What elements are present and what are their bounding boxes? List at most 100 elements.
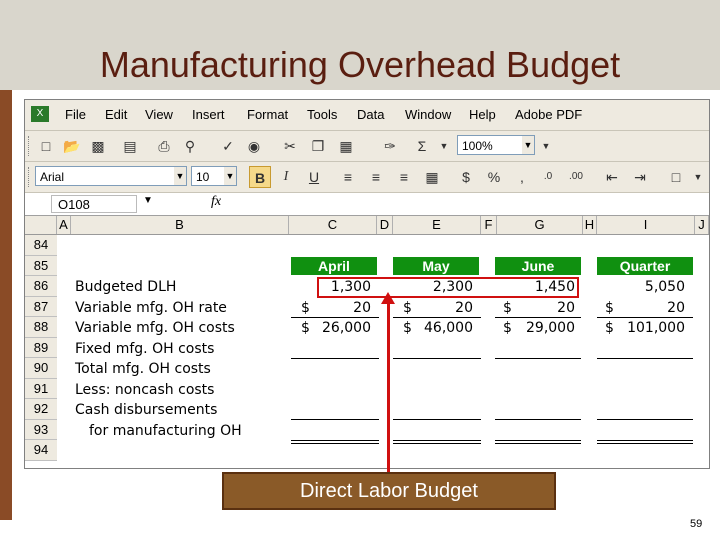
percent-icon[interactable]: % — [483, 166, 505, 188]
row-header[interactable]: 86 — [25, 276, 57, 297]
row-header[interactable]: 94 — [25, 440, 57, 461]
row-header[interactable]: 90 — [25, 358, 57, 379]
varcost-june[interactable]: 29,000 — [513, 318, 575, 338]
varcost-may[interactable]: 46,000 — [413, 318, 473, 338]
comma-style-icon[interactable]: , — [511, 166, 533, 188]
header-april[interactable]: April — [291, 257, 377, 275]
header-may[interactable]: May — [393, 257, 479, 275]
increase-decimal-icon[interactable]: .0 — [537, 166, 559, 188]
column-header-a[interactable]: A — [57, 216, 71, 234]
new-icon[interactable]: □ — [35, 135, 57, 157]
header-quarter[interactable]: Quarter — [597, 257, 693, 275]
currency-icon[interactable]: $ — [455, 166, 477, 188]
varcost-quarter[interactable]: 101,000 — [615, 318, 685, 338]
noncash-underline — [291, 419, 379, 420]
select-all-corner[interactable] — [25, 216, 57, 234]
autosum-icon[interactable]: Σ — [411, 135, 433, 157]
label-variable-oh-costs[interactable]: Variable mfg. OH costs — [75, 318, 235, 338]
row-header[interactable]: 91 — [25, 378, 57, 399]
cut-icon[interactable]: ✂ — [279, 135, 301, 157]
print-preview-icon[interactable]: ⚲ — [179, 135, 201, 157]
insert-function-icon[interactable]: fx — [211, 194, 221, 210]
header-june[interactable]: June — [495, 257, 581, 275]
label-less-noncash-costs[interactable]: Less: noncash costs — [75, 380, 214, 400]
total-double-underline — [495, 440, 581, 441]
borders-icon[interactable]: □ — [665, 166, 687, 188]
decrease-decimal-icon[interactable]: .00 — [565, 166, 587, 188]
bold-icon[interactable]: B — [249, 166, 271, 188]
permission-icon[interactable]: ▤ — [119, 135, 141, 157]
underline-icon[interactable]: U — [303, 166, 325, 188]
label-fixed-oh-costs[interactable]: Fixed mfg. OH costs — [75, 339, 214, 359]
open-folder-icon[interactable]: 📂 — [61, 135, 83, 157]
chevron-down-icon[interactable]: ▼ — [522, 136, 534, 154]
column-header-d[interactable]: D — [377, 216, 393, 234]
menu-tools[interactable]: Tools — [307, 107, 337, 122]
excel-app-icon[interactable]: X — [31, 106, 49, 122]
varcost-april[interactable]: 26,000 — [311, 318, 371, 338]
row-header[interactable]: 89 — [25, 337, 57, 358]
label-budgeted-dlh[interactable]: Budgeted DLH — [75, 277, 176, 297]
align-left-icon[interactable]: ≡ — [337, 166, 359, 188]
column-header-j[interactable]: J — [695, 216, 709, 234]
menu-file[interactable]: File — [65, 107, 86, 122]
chevron-down-icon[interactable]: ▼ — [224, 167, 236, 185]
font-name-select[interactable]: Arial ▼ — [35, 166, 187, 186]
merge-center-icon[interactable]: ▦ — [421, 166, 443, 188]
column-header-b[interactable]: B — [71, 216, 289, 234]
menu-help[interactable]: Help — [469, 107, 496, 122]
name-box-dropdown-icon[interactable]: ▼ — [143, 195, 153, 206]
menu-window[interactable]: Window — [405, 107, 451, 122]
row-header[interactable]: 92 — [25, 399, 57, 420]
format-painter-icon[interactable]: ✑ — [379, 135, 401, 157]
zoom-select[interactable]: 100% ▼ — [457, 135, 535, 155]
column-header-e[interactable]: E — [393, 216, 481, 234]
borders-dropdown-icon[interactable]: ▼ — [687, 166, 709, 188]
menu-adobe-pdf[interactable]: Adobe PDF — [515, 107, 582, 122]
label-total-oh-costs[interactable]: Total mfg. OH costs — [75, 359, 211, 379]
column-header-c[interactable]: C — [289, 216, 377, 234]
toolbar-options-icon[interactable]: ▼ — [535, 135, 557, 157]
decrease-indent-icon[interactable]: ⇤ — [601, 166, 623, 188]
save-icon[interactable]: ▩ — [87, 135, 109, 157]
row-header[interactable]: 93 — [25, 419, 57, 440]
menu-data[interactable]: Data — [357, 107, 384, 122]
menu-format[interactable]: Format — [247, 107, 288, 122]
menu-edit[interactable]: Edit — [105, 107, 127, 122]
label-variable-oh-rate[interactable]: Variable mfg. OH rate — [75, 298, 227, 318]
copy-icon[interactable]: ❐ — [307, 135, 329, 157]
align-right-icon[interactable]: ≡ — [393, 166, 415, 188]
menu-insert[interactable]: Insert — [192, 107, 225, 122]
chevron-down-icon[interactable]: ▼ — [174, 167, 186, 185]
column-header-f[interactable]: F — [481, 216, 497, 234]
toolbar-grip[interactable] — [28, 136, 32, 156]
name-box[interactable]: O108 — [51, 195, 137, 213]
rate-april[interactable]: 20 — [311, 298, 371, 318]
row-header[interactable]: 85 — [25, 255, 57, 276]
dlh-quarter[interactable]: 5,050 — [597, 277, 685, 297]
paste-icon[interactable]: ▦ — [335, 135, 357, 157]
column-header-i[interactable]: I — [597, 216, 695, 234]
rate-quarter[interactable]: 20 — [615, 298, 685, 318]
print-icon[interactable]: ⎙ — [153, 135, 175, 157]
row-header[interactable]: 84 — [25, 235, 57, 256]
italic-icon[interactable]: I — [275, 166, 297, 188]
fixed-underline — [495, 358, 581, 359]
autosum-dropdown-icon[interactable]: ▼ — [433, 135, 455, 157]
spelling-icon[interactable]: ✓ — [217, 135, 239, 157]
row-header[interactable]: 87 — [25, 296, 57, 317]
align-center-icon[interactable]: ≡ — [365, 166, 387, 188]
font-size-select[interactable]: 10 ▼ — [191, 166, 237, 186]
column-header-h[interactable]: H — [583, 216, 597, 234]
row-header[interactable]: 88 — [25, 317, 57, 338]
label-for-manufacturing-oh[interactable]: for manufacturing OH — [89, 421, 242, 441]
rate-may[interactable]: 20 — [413, 298, 473, 318]
label-cash-disbursements[interactable]: Cash disbursements — [75, 400, 217, 420]
menu-view[interactable]: View — [145, 107, 173, 122]
total-double-underline — [291, 440, 379, 441]
rate-june[interactable]: 20 — [513, 298, 575, 318]
increase-indent-icon[interactable]: ⇥ — [629, 166, 651, 188]
column-header-g[interactable]: G — [497, 216, 583, 234]
research-icon[interactable]: ◉ — [243, 135, 265, 157]
toolbar-grip[interactable] — [28, 167, 32, 187]
